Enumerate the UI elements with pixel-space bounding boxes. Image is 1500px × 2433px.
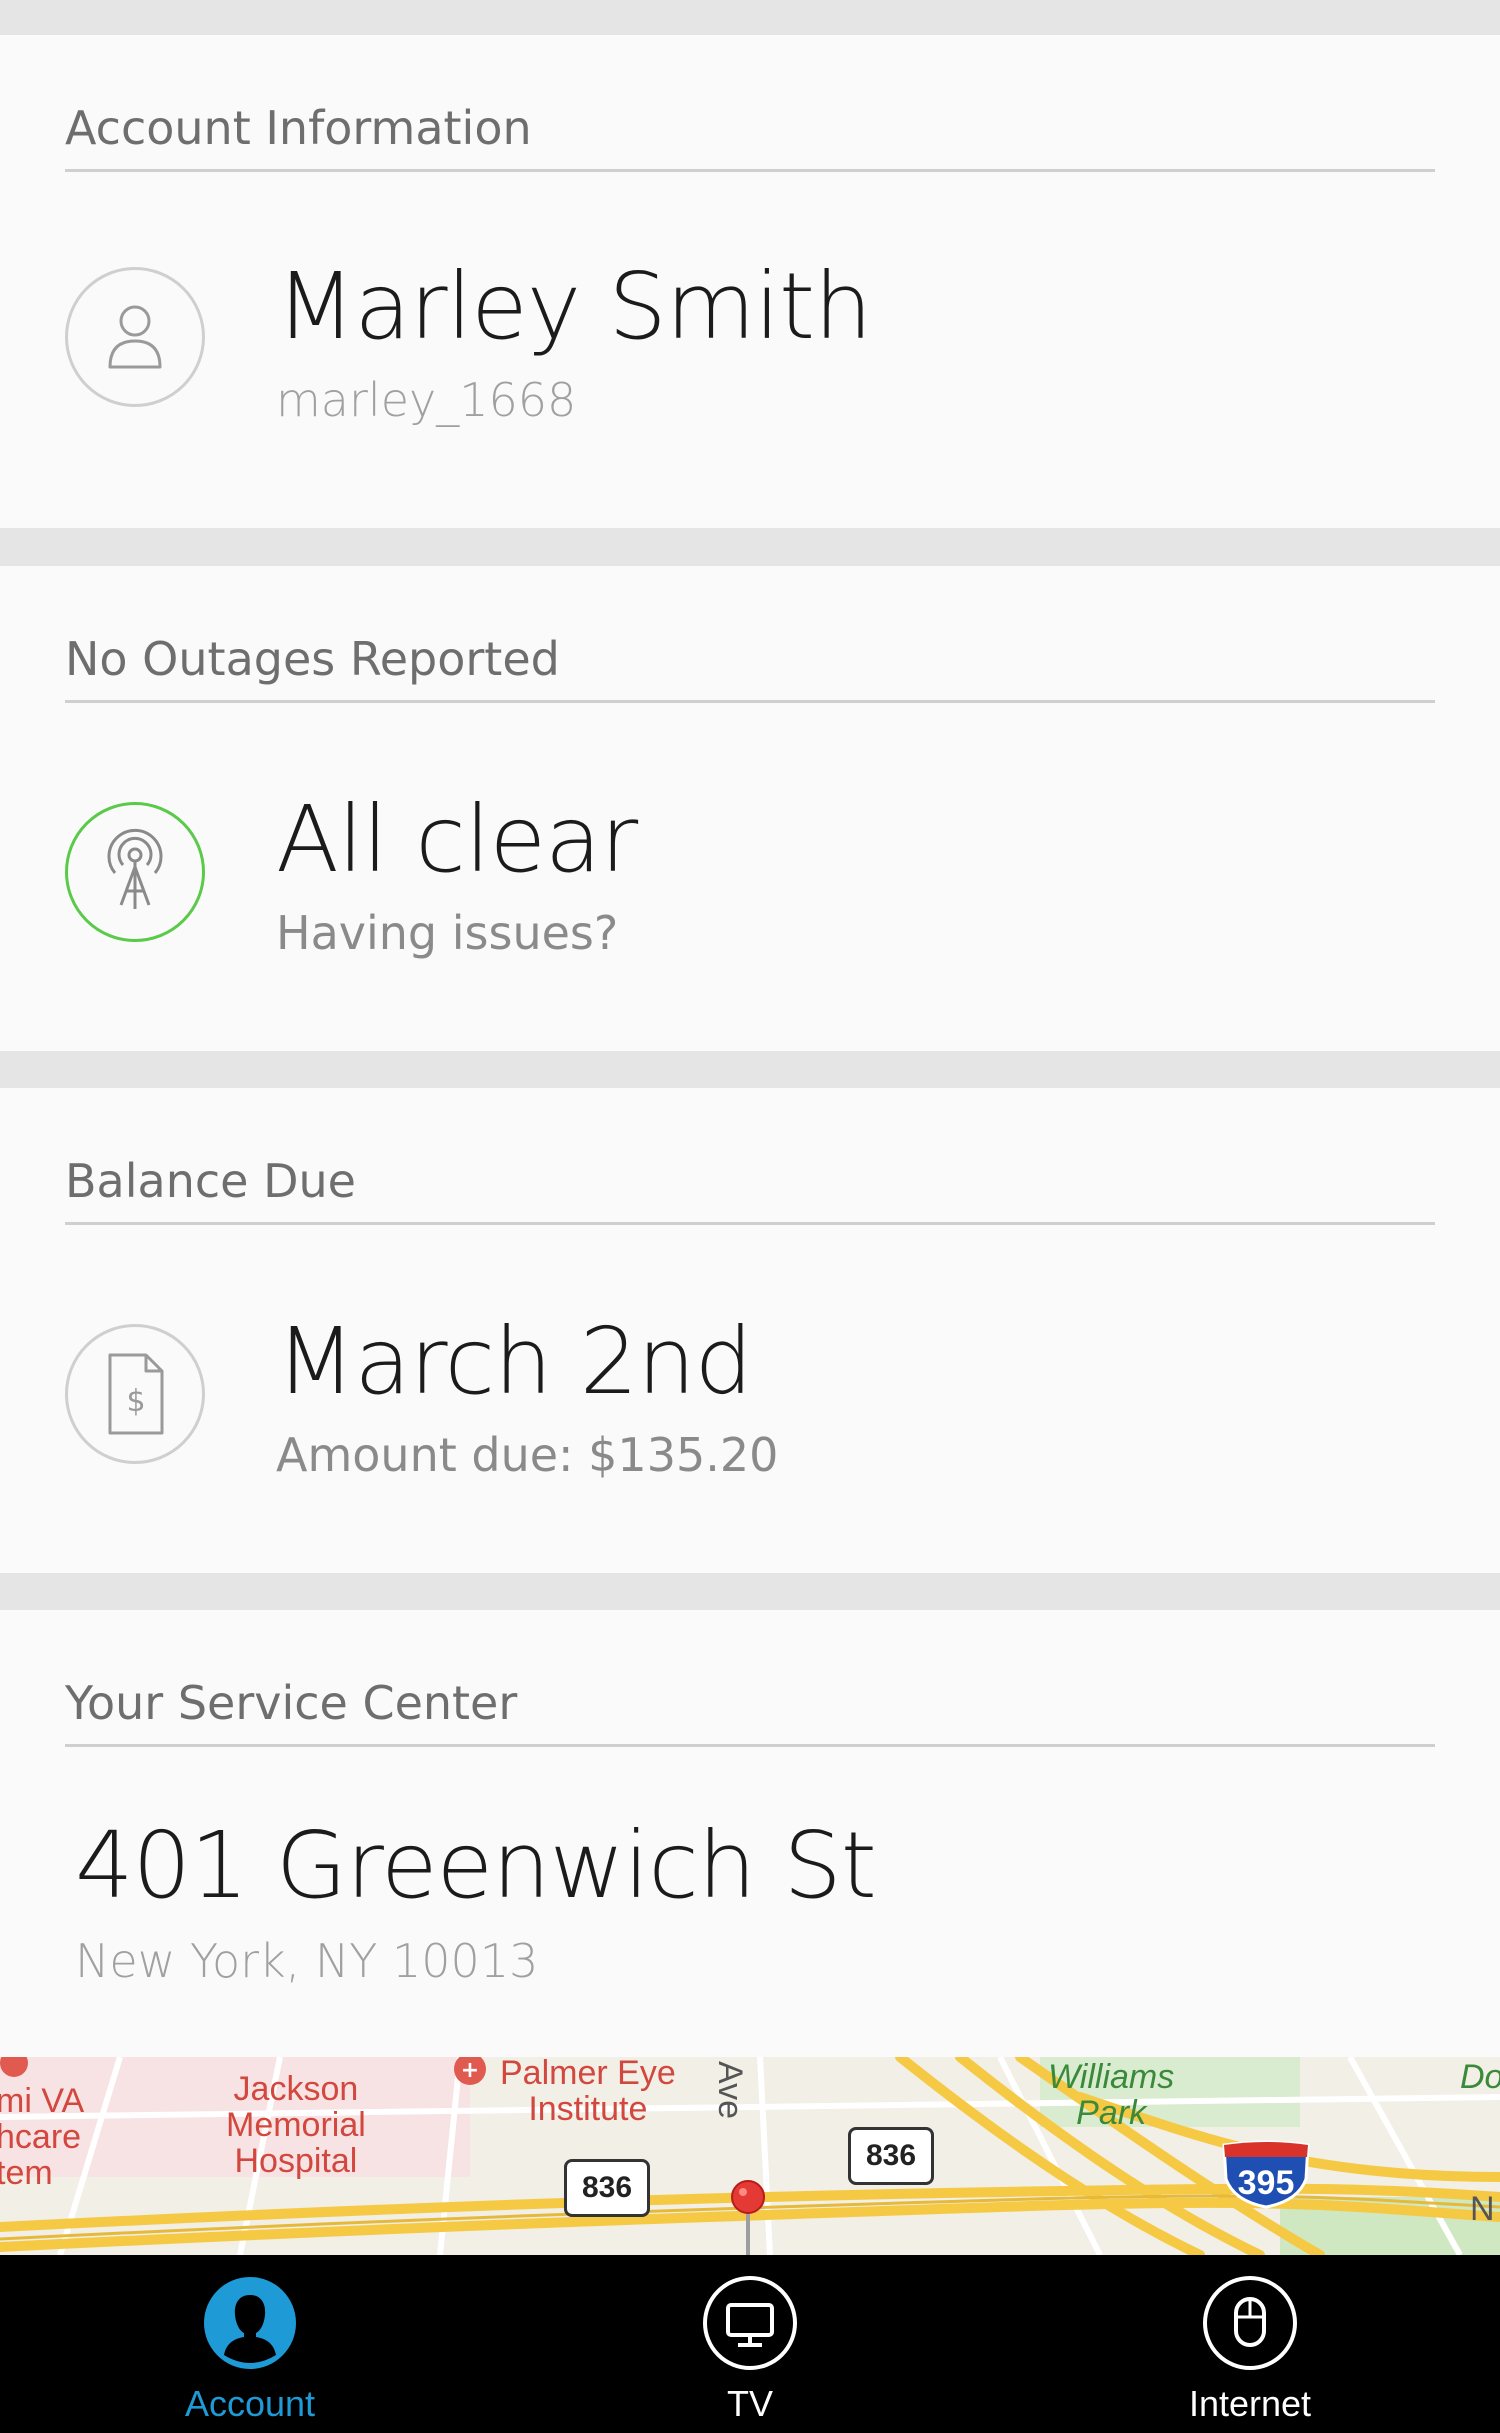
interstate-395-shield: 395 [1218,2139,1314,2209]
service-center-city: New York, NY 10013 [75,1934,539,1988]
tab-tv[interactable]: TV [600,2255,900,2433]
account-username: marley_1668 [276,373,577,427]
map-label-do: Do [1460,2058,1500,2096]
outages-card[interactable]: No Outages Reported All clear Having iss… [0,566,1500,1051]
svg-text:$: $ [126,1384,145,1419]
outage-status: All clear [276,786,638,893]
account-card: Account Information Marley Smith marley_… [0,35,1500,528]
map-label-williams-park: Williams Park [1048,2058,1175,2132]
outages-header: No Outages Reported [65,632,1435,703]
tab-internet[interactable]: Internet [1100,2255,1400,2433]
map-label-va-healthcare: mi VA hcare tem [0,2082,85,2192]
bill-icon: $ [65,1324,205,1464]
tab-account-label: Account [184,2383,316,2424]
mouse-icon [1202,2275,1298,2371]
interstate-395-label: 395 [1237,2164,1295,2202]
map-label-n: N [1470,2190,1495,2228]
account-name: Marley Smith [276,253,872,360]
route-836-shield: 836 [564,2159,650,2217]
route-836-shield: 836 [848,2127,934,2185]
svg-text:+: + [461,2058,479,2083]
map-label-palmer-eye: Palmer Eye Institute [500,2057,676,2128]
amount-due: Amount due: $135.20 [276,1428,779,1482]
tab-tv-label: TV [726,2383,773,2424]
account-header: Account Information [65,101,1435,172]
tv-icon [702,2275,798,2371]
service-center-header: Your Service Center [65,1676,1435,1747]
balance-card[interactable]: Balance Due $ March 2nd Amount due: $135… [0,1088,1500,1573]
person-icon [202,2275,298,2371]
antenna-icon [65,802,205,942]
balance-header: Balance Due [65,1154,1435,1225]
tab-bar: Account TV Internet [0,2255,1500,2433]
due-date: March 2nd [276,1308,753,1415]
user-icon [65,267,205,407]
service-center-street: 401 Greenwich St [75,1812,877,1919]
tab-account[interactable]: Account [100,2255,400,2433]
tab-internet-label: Internet [1188,2383,1312,2424]
service-center-card[interactable]: Your Service Center 401 Greenwich St New… [0,1610,1500,2057]
map-label-jackson-memorial: Jackson Memorial Hospital [226,2070,366,2180]
service-center-map[interactable]: + mi VA hcare tem Jackson Memorial Hospi… [0,2057,1500,2255]
having-issues-link[interactable]: Having issues? [276,906,618,960]
map-label-ave: Ave [711,2061,749,2119]
